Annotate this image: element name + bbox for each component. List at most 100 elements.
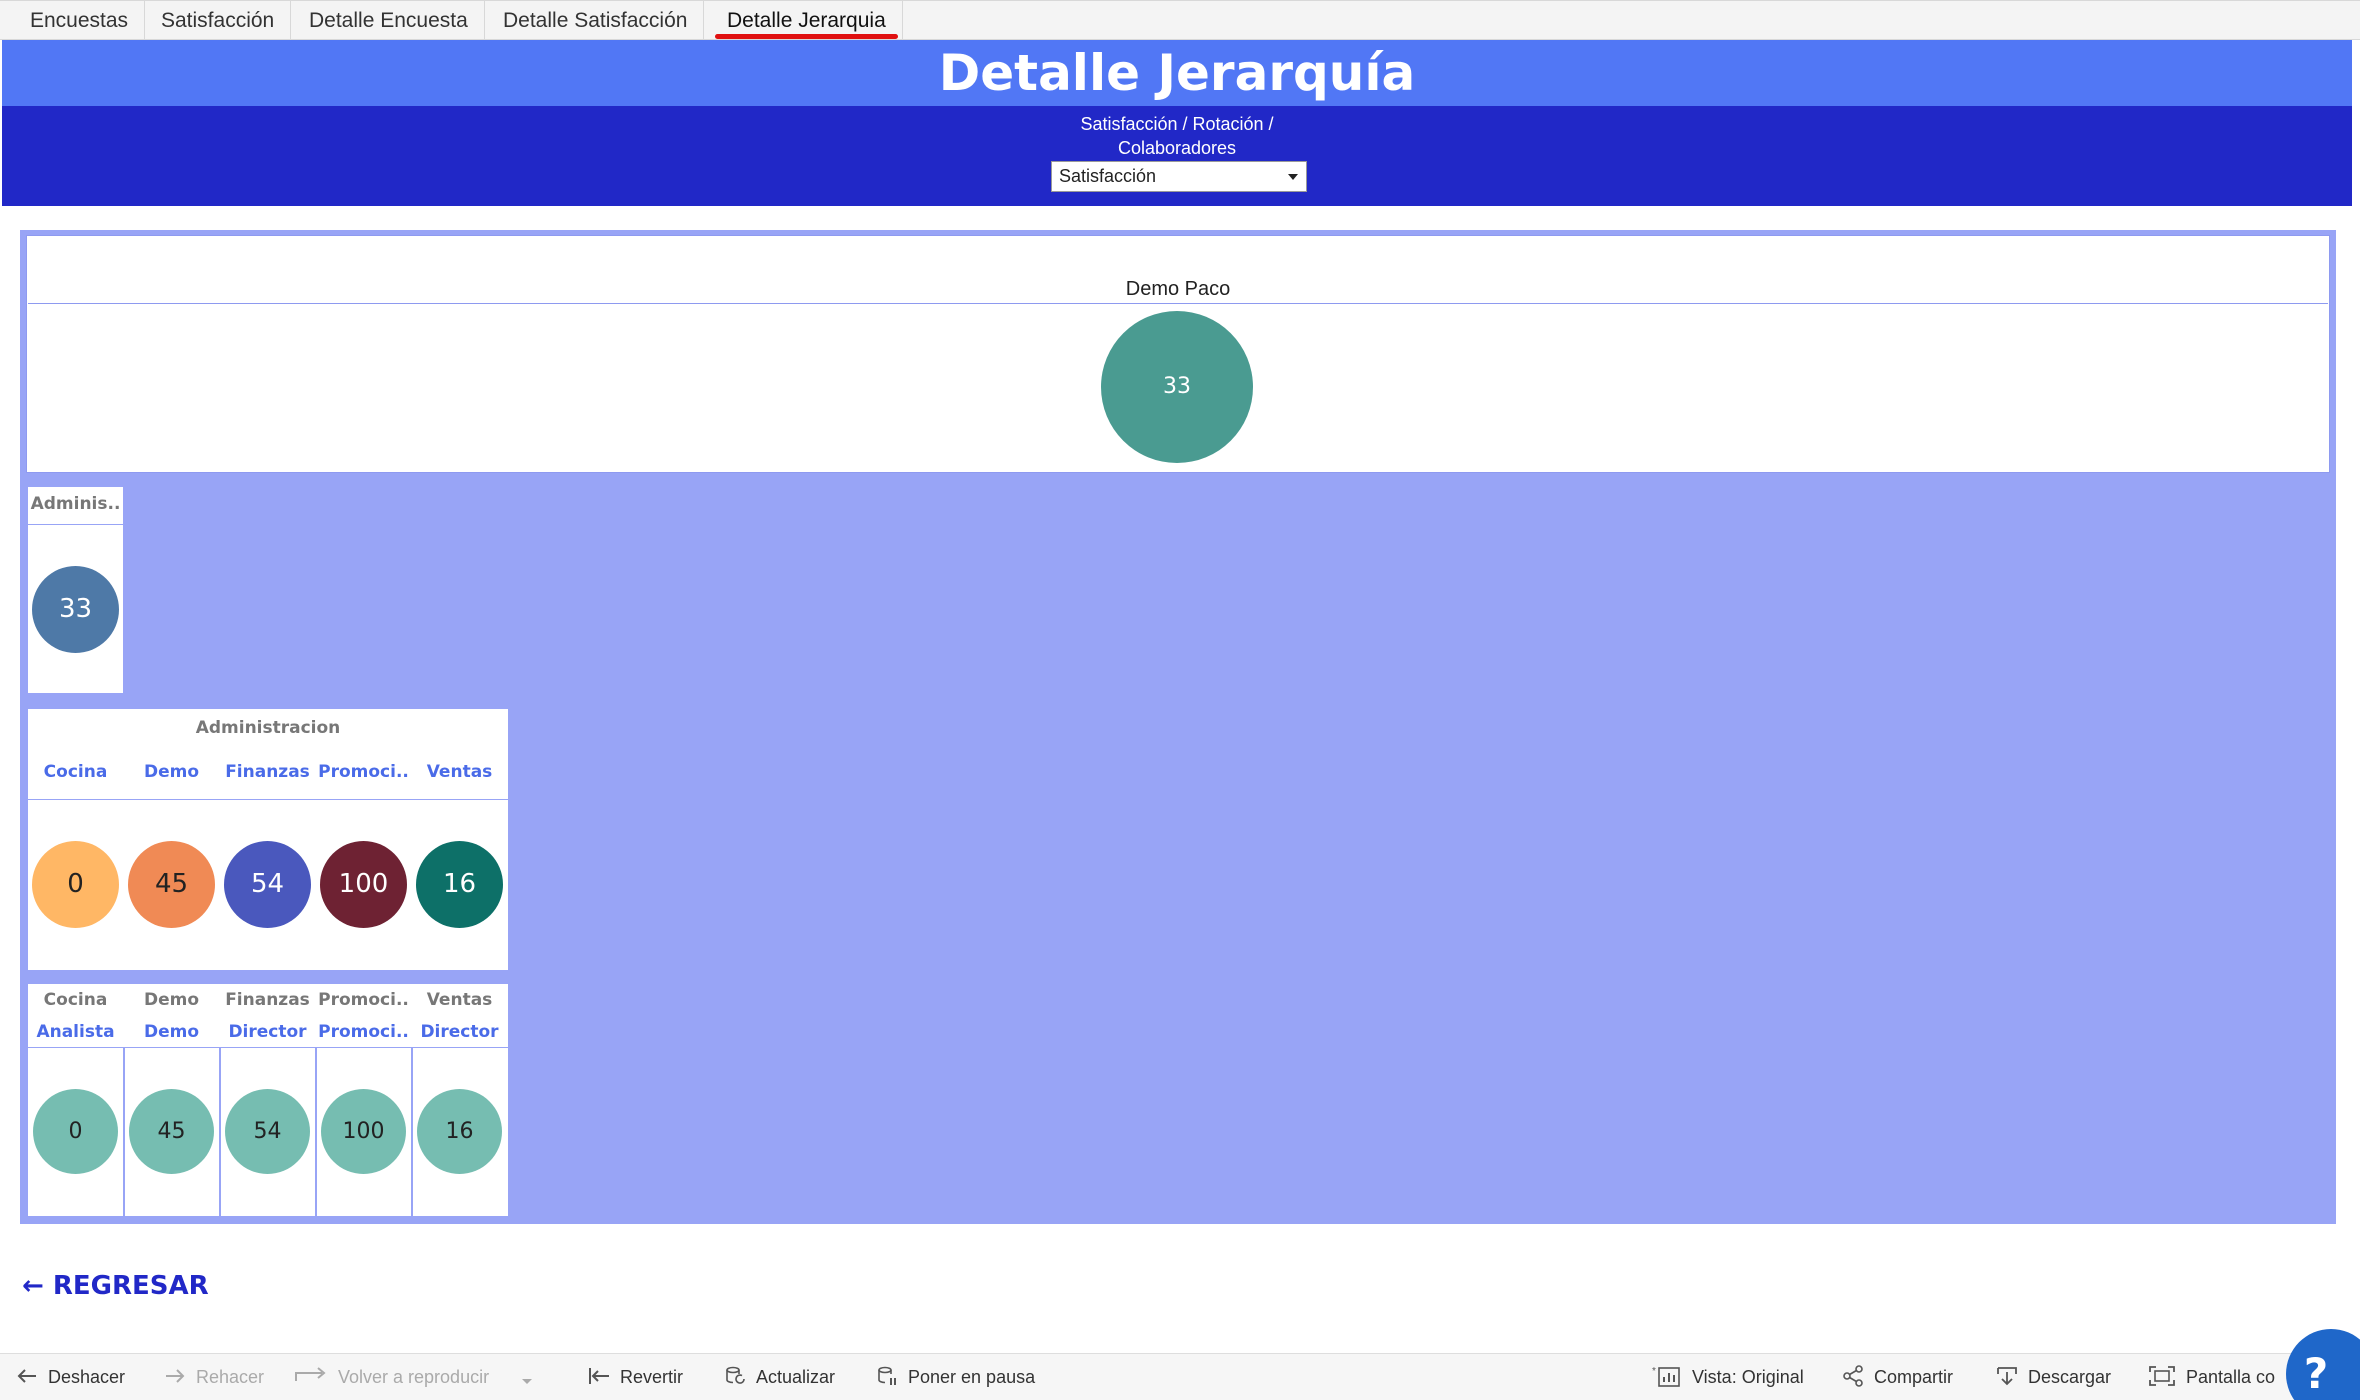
header-subtitle-band: Satisfacción / Rotación / Colaboradores …	[2, 106, 2352, 206]
level3-value-director-ventas: 16	[445, 1119, 474, 1144]
view-chart-icon: *	[1652, 1366, 1680, 1388]
revert-label: Revertir	[620, 1367, 684, 1387]
level2-value-finanzas: 54	[250, 869, 285, 899]
undo-label: Deshacer	[48, 1367, 126, 1387]
level3-value-analista: 0	[68, 1119, 83, 1144]
refresh-button[interactable]: Actualizar	[724, 1354, 835, 1400]
level3-group-promoci: Promoci..	[318, 990, 409, 1010]
divider	[219, 1047, 221, 1216]
view-original-label: Vista: Original	[1692, 1367, 1804, 1387]
download-label: Descargar	[2028, 1367, 2112, 1387]
download-icon	[1997, 1367, 2017, 1386]
subtitle-line-2: Colaboradores	[1117, 138, 1237, 158]
arrow-left-icon	[17, 1369, 36, 1383]
share-icon	[1843, 1365, 1863, 1388]
level3-circle-analista[interactable]: 0	[33, 1089, 118, 1174]
level2-circle-ventas[interactable]: 16	[416, 841, 503, 928]
level2-circle-demo[interactable]: 45	[128, 841, 215, 928]
level2-label-cocina: Cocina	[43, 762, 108, 782]
share-label: Compartir	[1874, 1367, 1954, 1387]
bottom-toolbar: Deshacer Rehacer Volver a reproducir Rev…	[0, 1353, 2360, 1400]
replay-icon	[295, 1367, 326, 1382]
fullscreen-button[interactable]: Pantalla co	[2148, 1354, 2275, 1400]
level3-circle-promoci[interactable]: 100	[321, 1089, 406, 1174]
pause-label: Poner en pausa	[908, 1367, 1036, 1387]
refresh-icon	[726, 1366, 745, 1385]
divider	[28, 303, 2328, 304]
divider	[28, 799, 508, 800]
metric-dropdown-value: Satisfacción	[1059, 166, 1157, 186]
level2-title: Administracion	[195, 718, 341, 738]
pause-button[interactable]: Poner en pausa	[876, 1354, 1035, 1400]
back-link[interactable]: ← REGRESAR	[22, 1271, 209, 1301]
divider	[28, 524, 123, 525]
view-original-button[interactable]: * Vista: Original	[1652, 1354, 1804, 1400]
level3-label-analista: Analista	[36, 1022, 115, 1042]
metric-dropdown[interactable]: Satisfacción	[1051, 161, 1307, 192]
level3-label-promoci: Promoci..	[318, 1022, 409, 1042]
top-level-circle[interactable]: 33	[1101, 311, 1253, 463]
level2-label-finanzas: Finanzas	[225, 762, 310, 782]
level2-label-ventas: Ventas	[426, 762, 493, 782]
level3-value-demo: 45	[157, 1119, 186, 1144]
subtitle-line-1: Satisfacción / Rotación /	[1080, 114, 1274, 134]
replay-button[interactable]: Volver a reproducir	[294, 1354, 489, 1400]
level3-value-promoci: 100	[342, 1119, 385, 1144]
page-title: Detalle Jerarquía	[2, 40, 2352, 106]
level2-value-cocina: 0	[67, 869, 84, 899]
undo-button[interactable]: Deshacer	[16, 1354, 125, 1400]
level3-group-cocina: Cocina	[43, 990, 108, 1010]
level3-group-finanzas: Finanzas	[225, 990, 310, 1010]
level2-circle-finanzas[interactable]: 54	[224, 841, 311, 928]
tab-detalle-satisfaccion[interactable]: Detalle Satisfacción	[487, 1, 705, 40]
download-button[interactable]: Descargar	[1996, 1354, 2111, 1400]
level2-label-demo: Demo	[143, 762, 200, 782]
level2-value-promoci: 100	[338, 869, 389, 899]
divider	[315, 1047, 317, 1216]
tab-encuestas[interactable]: Encuestas	[14, 1, 146, 40]
level3-label-director-finanzas: Director	[228, 1022, 307, 1042]
level1-circle[interactable]: 33	[32, 566, 119, 653]
level3-group-demo: Demo	[143, 990, 200, 1010]
share-button[interactable]: Compartir	[1842, 1354, 1953, 1400]
level1-value: 33	[58, 594, 93, 624]
chevron-down-icon	[1288, 174, 1298, 180]
level2-value-ventas: 16	[442, 869, 477, 899]
divider	[28, 1047, 508, 1048]
help-button[interactable]: ?	[2286, 1329, 2360, 1400]
level2-circle-promoci[interactable]: 100	[320, 841, 407, 928]
level2-circle-cocina[interactable]: 0	[32, 841, 119, 928]
level3-value-director-finanzas: 54	[253, 1119, 282, 1144]
tab-satisfaccion[interactable]: Satisfacción	[145, 1, 292, 40]
level3-circle-demo[interactable]: 45	[129, 1089, 214, 1174]
redo-label: Rehacer	[196, 1367, 265, 1387]
level3-circle-director-finanzas[interactable]: 54	[225, 1089, 310, 1174]
pause-icon	[878, 1366, 896, 1386]
divider	[411, 1047, 413, 1216]
replay-label: Volver a reproducir	[338, 1367, 490, 1387]
level3-circle-director-ventas[interactable]: 16	[417, 1089, 502, 1174]
top-level-label: Demo Paco	[1125, 278, 1231, 300]
level2-value-demo: 45	[154, 869, 189, 899]
level3-label-director-ventas: Director	[420, 1022, 499, 1042]
redo-button[interactable]: Rehacer	[164, 1354, 264, 1400]
level2-card	[28, 709, 508, 970]
tab-detalle-jerarquia[interactable]: Detalle Jerarquia	[711, 1, 903, 40]
svg-text:*: *	[1652, 1366, 1656, 1377]
level3-label-demo: Demo	[143, 1022, 200, 1042]
level3-group-ventas: Ventas	[426, 990, 493, 1010]
revert-icon	[589, 1368, 609, 1385]
level2-label-promoci: Promoci..	[318, 762, 409, 782]
fullscreen-icon	[2149, 1366, 2175, 1387]
divider	[123, 1047, 125, 1216]
chevron-down-icon	[522, 1379, 532, 1385]
arrow-right-icon	[166, 1369, 185, 1383]
level1-label: Adminis..	[30, 494, 121, 514]
tab-bar: Encuestas Satisfacción Detalle Encuesta …	[0, 0, 2360, 40]
fullscreen-label: Pantalla co	[2186, 1367, 2276, 1387]
top-level-value: 33	[1163, 374, 1191, 399]
replay-speed-dropdown[interactable]	[520, 1354, 544, 1400]
revert-button[interactable]: Revertir	[588, 1354, 683, 1400]
refresh-label: Actualizar	[756, 1367, 836, 1387]
tab-detalle-encuesta[interactable]: Detalle Encuesta	[293, 1, 485, 40]
